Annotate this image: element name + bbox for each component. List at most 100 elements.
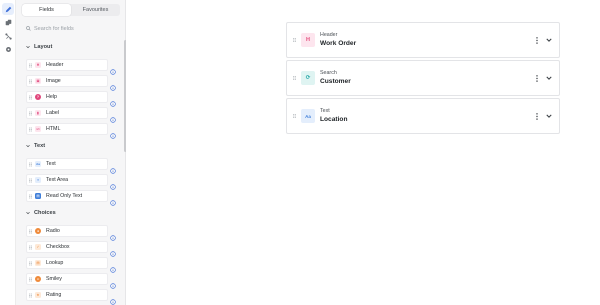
chevron-down-icon[interactable] [542,38,556,42]
card-text: Header Work Order [320,32,532,48]
drag-handle-icon[interactable] [289,37,299,43]
info-icon[interactable] [110,110,116,123]
more-vertical-icon[interactable] [532,74,542,82]
info-icon[interactable] [110,228,116,241]
pencil-icon[interactable] [2,3,14,15]
field-item-lookup[interactable]: ▤ Lookup [26,257,108,269]
tab-fields[interactable]: Fields [22,4,71,16]
radio-icon: ● [35,228,41,234]
card-name: Work Order [320,40,357,47]
workflow-icon[interactable] [2,30,14,42]
more-vertical-icon[interactable] [532,36,542,44]
field-label: Lookup [46,260,64,266]
lookup-icon: ▤ [35,260,41,266]
section-layout[interactable]: Layout [26,44,52,50]
form-field-card-text[interactable]: Aa Text Location [286,98,560,134]
info-icon[interactable] [110,193,116,206]
info-icon[interactable] [110,177,116,190]
search-field-icon: ⟳ [301,71,315,85]
field-item-label[interactable]: ▮ Label [26,107,108,119]
field-item-radio[interactable]: ● Radio [26,225,108,237]
info-icon[interactable] [110,292,116,305]
label-icon: ▮ [35,110,41,116]
info-icon[interactable] [110,78,116,91]
field-label: Checkbox [46,244,70,250]
panel-tabs: Fields Favourites [22,4,120,16]
copy-icon[interactable] [2,16,14,28]
info-icon[interactable] [110,244,116,257]
fields-panel: Fields Favourites Search for fields Layo… [16,0,127,305]
field-label: Rating [46,292,62,298]
field-item-header[interactable]: H Header [26,59,108,71]
more-vertical-icon[interactable] [532,112,542,120]
section-choices[interactable]: Choices [26,210,56,216]
field-label: Read Only Text [46,193,83,199]
form-canvas: H Header Work Order ⟳ Search Customer Aa… [126,0,600,305]
drag-handle-icon[interactable] [27,60,33,70]
chevron-down-icon [26,212,30,215]
info-icon[interactable] [110,126,116,139]
info-icon[interactable] [110,161,116,174]
chevron-down-icon [26,145,30,148]
field-label: Image [46,78,61,84]
field-label: Radio [46,228,60,234]
card-text: Search Customer [320,70,532,86]
drag-handle-icon[interactable] [27,226,33,236]
search-input[interactable]: Search for fields [22,22,120,35]
field-item-image[interactable]: ▣ Image [26,75,108,87]
drag-handle-icon[interactable] [27,159,33,169]
drag-handle-icon[interactable] [27,290,33,300]
text-icon: Aa [301,109,315,123]
search-placeholder: Search for fields [34,25,74,32]
field-item-smiley[interactable]: ☺ Smiley [26,273,108,285]
drag-handle-icon[interactable] [27,274,33,284]
header-icon: H [35,62,41,68]
info-icon[interactable] [110,94,116,107]
drag-handle-icon[interactable] [27,242,33,252]
drag-handle-icon[interactable] [27,175,33,185]
form-field-card-header[interactable]: H Header Work Order [286,22,560,58]
section-text[interactable]: Text [26,143,45,149]
card-type: Search [320,70,337,76]
info-icon[interactable] [110,276,116,289]
left-rail [0,0,16,305]
field-label: Header [46,62,64,68]
gear-icon[interactable] [2,43,14,55]
textarea-icon: ≡ [35,177,41,183]
field-label: Help [46,94,57,100]
tab-favourites[interactable]: Favourites [71,4,120,16]
info-icon[interactable] [110,62,116,75]
field-item-text-area[interactable]: ≡ Text Area [26,174,108,186]
form-field-card-search[interactable]: ⟳ Search Customer [286,60,560,96]
checkbox-icon: ✓ [35,244,41,250]
field-item-html[interactable]: </> HTML [26,123,108,135]
readonly-icon: ▤ [35,193,41,199]
code-icon: </> [35,126,41,132]
drag-handle-icon[interactable] [289,113,299,119]
drag-handle-icon[interactable] [27,258,33,268]
card-name: Location [320,116,348,123]
drag-handle-icon[interactable] [289,75,299,81]
drag-handle-icon[interactable] [27,108,33,118]
help-icon: ? [35,94,41,100]
drag-handle-icon[interactable] [27,124,33,134]
field-item-read-only-text[interactable]: ▤ Read Only Text [26,190,108,202]
image-icon: ▣ [35,78,41,84]
field-item-rating[interactable]: ★ Rating [26,289,108,301]
field-label: Text Area [46,177,69,183]
info-icon[interactable] [110,260,116,273]
card-type: Text [320,108,330,114]
field-item-checkbox[interactable]: ✓ Checkbox [26,241,108,253]
chevron-down-icon[interactable] [542,114,556,118]
smiley-icon: ☺ [35,276,41,282]
header-icon: H [301,33,315,47]
chevron-down-icon [26,46,30,49]
drag-handle-icon[interactable] [27,191,33,201]
search-icon [26,26,31,31]
drag-handle-icon[interactable] [27,76,33,86]
field-item-text[interactable]: Aa Text [26,158,108,170]
field-item-help[interactable]: ? Help [26,91,108,103]
chevron-down-icon[interactable] [542,76,556,80]
field-label: HTML [46,126,61,132]
drag-handle-icon[interactable] [27,92,33,102]
